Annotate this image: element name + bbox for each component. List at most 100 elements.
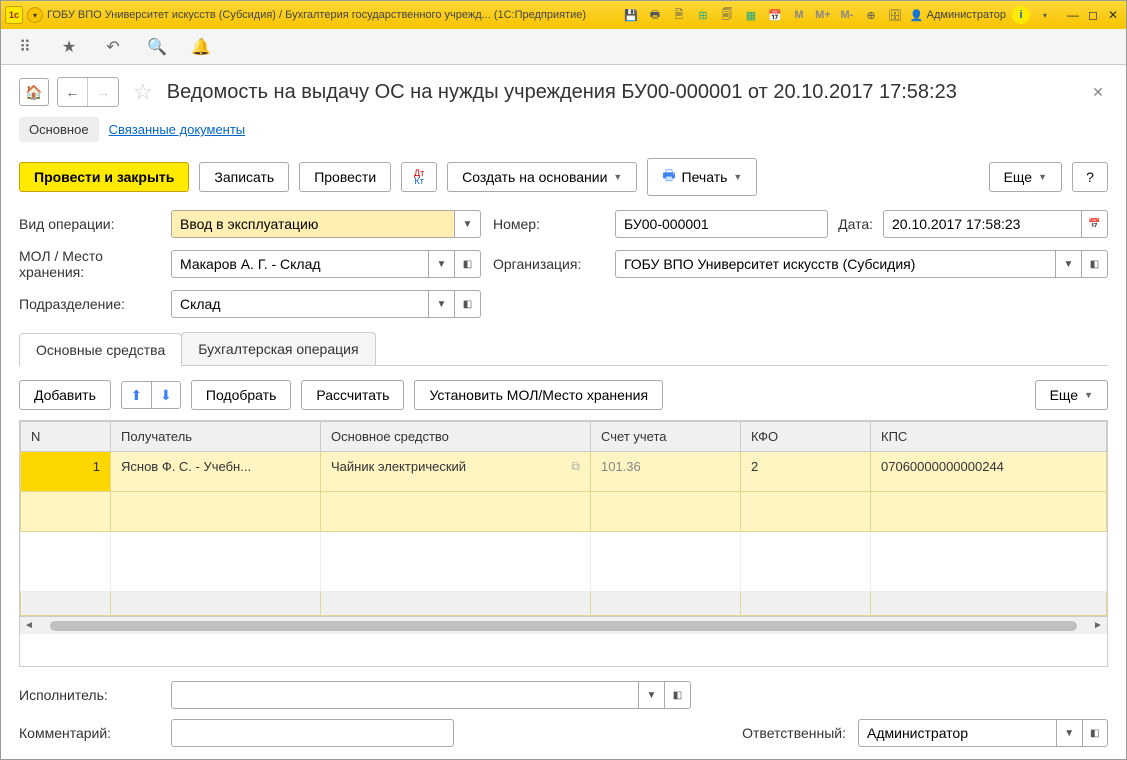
info-icon[interactable]: i bbox=[1012, 6, 1030, 24]
app-logo-icon: 1с bbox=[5, 6, 23, 24]
executor-field[interactable] bbox=[171, 681, 639, 709]
calendar-icon[interactable]: 📅 bbox=[766, 6, 784, 24]
create-based-button[interactable]: Создать на основании▼ bbox=[447, 162, 637, 192]
cell-recipient[interactable]: Яснов Ф. С. - Учебн... bbox=[111, 452, 321, 492]
m-button[interactable]: M bbox=[790, 6, 808, 24]
search-icon[interactable]: 🔍 bbox=[147, 37, 167, 57]
table-icon[interactable]: ▦ bbox=[742, 6, 760, 24]
post-and-close-button[interactable]: Провести и закрыть bbox=[19, 162, 189, 192]
col-account[interactable]: Счет учета bbox=[591, 422, 741, 452]
cell-asset[interactable]: Чайник электрический⧉ bbox=[321, 452, 591, 492]
cell-account[interactable]: 101.36 bbox=[591, 452, 741, 492]
col-n[interactable]: N bbox=[21, 422, 111, 452]
maximize-button[interactable]: ◻ bbox=[1084, 7, 1102, 23]
tab-linked-docs[interactable]: Связанные документы bbox=[99, 117, 256, 142]
responsible-dropdown[interactable]: ▼ bbox=[1057, 719, 1083, 747]
favorite-icon[interactable]: ★ bbox=[59, 37, 79, 57]
mol-open-button[interactable]: ◧ bbox=[455, 250, 481, 278]
close-page-button[interactable]: ✕ bbox=[1088, 82, 1108, 102]
col-kps[interactable]: КПС bbox=[871, 422, 1107, 452]
table-row[interactable]: 1 Яснов Ф. С. - Учебн... Чайник электрич… bbox=[21, 452, 1107, 492]
m-plus-button[interactable]: M+ bbox=[814, 6, 832, 24]
app-menu-dropdown[interactable]: ▾ bbox=[27, 7, 43, 23]
org-dropdown[interactable]: ▼ bbox=[1056, 250, 1082, 278]
dept-field[interactable] bbox=[171, 290, 429, 318]
doc-icon[interactable]: 🗎 bbox=[670, 6, 688, 24]
dt-kt-button[interactable]: ДтКт bbox=[401, 162, 437, 192]
add-row-button[interactable]: Добавить bbox=[19, 380, 111, 410]
number-label: Номер: bbox=[493, 216, 603, 232]
help-button[interactable]: ? bbox=[1072, 162, 1108, 192]
set-mol-button[interactable]: Установить МОЛ/Место хранения bbox=[414, 380, 663, 410]
close-window-button[interactable]: ✕ bbox=[1104, 7, 1122, 23]
op-type-field[interactable] bbox=[171, 210, 455, 238]
home-button[interactable]: 🏠 bbox=[19, 78, 49, 106]
move-up-button[interactable]: ⬆ bbox=[121, 381, 151, 409]
col-asset[interactable]: Основное средство bbox=[321, 422, 591, 452]
date-field[interactable] bbox=[883, 210, 1082, 238]
move-down-button[interactable]: ⬇ bbox=[151, 381, 181, 409]
save-disk-icon[interactable]: 💾 bbox=[622, 6, 640, 24]
minimize-button[interactable]: — bbox=[1064, 7, 1082, 23]
zoom-icon[interactable]: ⊕ bbox=[862, 6, 880, 24]
org-field[interactable] bbox=[615, 250, 1056, 278]
dept-open-button[interactable]: ◧ bbox=[455, 290, 481, 318]
more-button[interactable]: Еще▼ bbox=[989, 162, 1062, 192]
window-title: ГОБУ ВПО Университет искусств (Субсидия)… bbox=[47, 9, 618, 21]
user-name: Администратор bbox=[927, 9, 1006, 21]
number-field[interactable] bbox=[615, 210, 828, 238]
responsible-field[interactable] bbox=[858, 719, 1057, 747]
user-badge[interactable]: 👤 Администратор bbox=[910, 9, 1006, 22]
mol-dropdown[interactable]: ▼ bbox=[429, 250, 455, 278]
calc-button[interactable]: Рассчитать bbox=[301, 380, 404, 410]
scroll-left-icon[interactable]: ◄ bbox=[22, 619, 36, 633]
dept-label: Подразделение: bbox=[19, 296, 159, 312]
org-label: Организация: bbox=[493, 256, 603, 272]
titlebar: 1с ▾ ГОБУ ВПО Университет искусств (Субс… bbox=[1, 1, 1126, 29]
executor-dropdown[interactable]: ▼ bbox=[639, 681, 665, 709]
executor-open-button[interactable]: ◧ bbox=[665, 681, 691, 709]
nav-forward-button[interactable]: → bbox=[88, 78, 118, 106]
date-picker-button[interactable]: 📅 bbox=[1082, 210, 1108, 238]
comment-field[interactable] bbox=[171, 719, 454, 747]
scroll-right-icon[interactable]: ► bbox=[1091, 619, 1105, 633]
printer-icon: 🖶 bbox=[662, 165, 675, 189]
cell-kps[interactable]: 07060000000000244 bbox=[871, 452, 1107, 492]
date-label: Дата: bbox=[838, 216, 873, 232]
apps-icon[interactable]: ⠿ bbox=[15, 37, 35, 57]
pick-button[interactable]: Подобрать bbox=[191, 380, 292, 410]
tab-main[interactable]: Основное bbox=[19, 117, 99, 142]
col-recipient[interactable]: Получатель bbox=[111, 422, 321, 452]
preview-icon[interactable]: 🗐 bbox=[718, 6, 736, 24]
table-row-empty[interactable] bbox=[21, 492, 1107, 532]
tab-fixed-assets[interactable]: Основные средства bbox=[19, 333, 182, 366]
save-button[interactable]: Записать bbox=[199, 162, 289, 192]
copy-icon[interactable]: ⧉ bbox=[571, 459, 580, 474]
history-icon[interactable]: ↶ bbox=[103, 37, 123, 57]
cell-n[interactable]: 1 bbox=[21, 452, 111, 492]
print-button[interactable]: 🖶Печать▼ bbox=[647, 158, 757, 196]
org-open-button[interactable]: ◧ bbox=[1082, 250, 1108, 278]
table-more-button[interactable]: Еще▼ bbox=[1035, 380, 1108, 410]
responsible-open-button[interactable]: ◧ bbox=[1083, 719, 1109, 747]
col-kfo[interactable]: КФО bbox=[741, 422, 871, 452]
scrollbar-thumb[interactable] bbox=[50, 621, 1077, 631]
bell-icon[interactable]: 🔔 bbox=[191, 37, 211, 57]
info-dropdown[interactable]: ▾ bbox=[1036, 6, 1054, 24]
calc-icon[interactable]: ⊞ bbox=[694, 6, 712, 24]
horizontal-scrollbar[interactable]: ◄ ► bbox=[20, 616, 1107, 634]
dept-dropdown[interactable]: ▼ bbox=[429, 290, 455, 318]
op-type-label: Вид операции: bbox=[19, 216, 159, 232]
nav-back-button[interactable]: ← bbox=[58, 78, 88, 106]
m-minus-button[interactable]: M- bbox=[838, 6, 856, 24]
attach-icon[interactable]: 🗄 bbox=[886, 6, 904, 24]
print-icon[interactable]: 🖶 bbox=[646, 6, 664, 24]
op-type-dropdown[interactable]: ▼ bbox=[455, 210, 481, 238]
arrow-up-icon: ⬆ bbox=[131, 387, 143, 404]
tab-accounting[interactable]: Бухгалтерская операция bbox=[181, 332, 375, 365]
favorite-star-icon[interactable]: ☆ bbox=[133, 79, 153, 105]
mol-field[interactable] bbox=[171, 250, 429, 278]
mol-label: МОЛ / Место хранения: bbox=[19, 248, 159, 280]
cell-kfo[interactable]: 2 bbox=[741, 452, 871, 492]
post-button[interactable]: Провести bbox=[299, 162, 391, 192]
